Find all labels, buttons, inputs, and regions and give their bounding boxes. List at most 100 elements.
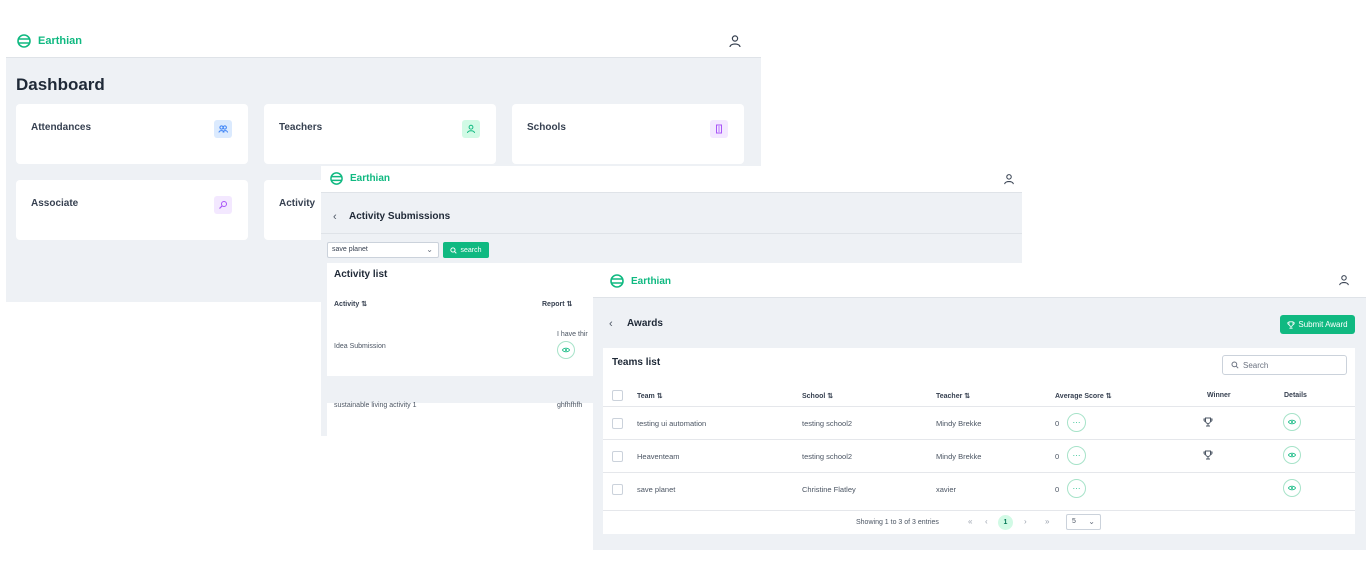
rows-per-page-value: 5 bbox=[1072, 518, 1076, 525]
card-label: Associate bbox=[31, 198, 79, 209]
brand-name: Earthian bbox=[350, 173, 391, 184]
search-icon bbox=[1231, 361, 1239, 369]
row-checkbox[interactable] bbox=[612, 418, 623, 429]
column-header-average-score[interactable]: Average Score ⇅ bbox=[1055, 392, 1112, 400]
page-header: ‹ Activity Submissions bbox=[321, 202, 1022, 234]
report-cell: ghfhfhfh bbox=[557, 402, 583, 409]
search-icon bbox=[214, 196, 232, 214]
card-label: Teachers bbox=[279, 122, 323, 133]
awards-window: Earthian ‹ Awards Submit Award Teams lis… bbox=[593, 264, 1366, 550]
trophy-icon bbox=[1203, 417, 1213, 427]
row-checkbox[interactable] bbox=[612, 484, 623, 495]
view-eye-icon[interactable] bbox=[557, 341, 575, 359]
teams-list-title: Teams list bbox=[612, 357, 661, 368]
top-navbar: Earthian bbox=[6, 24, 761, 58]
search-icon bbox=[450, 246, 458, 254]
brand-logo[interactable]: Earthian bbox=[16, 34, 82, 48]
column-header-activity[interactable]: Activity ⇅ bbox=[334, 300, 367, 308]
score-cell: 0 bbox=[1055, 452, 1060, 461]
submit-award-button[interactable]: Submit Award bbox=[1280, 315, 1355, 334]
search-button[interactable]: search bbox=[443, 242, 489, 258]
search-input[interactable]: Search bbox=[1222, 355, 1347, 375]
search-button-label: search bbox=[460, 246, 482, 254]
page-button-1[interactable]: 1 bbox=[998, 515, 1013, 530]
card-associate[interactable]: Associate bbox=[16, 180, 248, 240]
activity-list-title: Activity list bbox=[334, 269, 388, 280]
back-chevron-icon[interactable]: ‹ bbox=[333, 211, 337, 223]
page-title: Awards bbox=[627, 318, 663, 329]
view-details-eye-icon[interactable] bbox=[1283, 413, 1301, 431]
view-details-eye-icon[interactable] bbox=[1283, 446, 1301, 464]
brand-logo[interactable]: Earthian bbox=[609, 274, 671, 288]
card-label: Schools bbox=[527, 122, 566, 133]
more-options-icon[interactable]: ··· bbox=[1067, 413, 1086, 432]
page-title: Dashboard bbox=[16, 75, 105, 94]
school-cell: testing school2 bbox=[802, 419, 853, 428]
activity-select-value: save planet bbox=[332, 246, 368, 253]
submit-award-label: Submit Award bbox=[1298, 320, 1348, 329]
table-row: Heaventeam testing school2 Mindy Brekke … bbox=[603, 439, 1355, 472]
trophy-icon bbox=[1287, 320, 1295, 329]
chevron-down-icon: ⌄ bbox=[426, 245, 433, 254]
team-cell: Heaventeam bbox=[637, 452, 680, 461]
page-title: Activity Submissions bbox=[349, 211, 451, 222]
score-cell: 0 bbox=[1055, 485, 1060, 494]
teacher-cell: Mindy Brekke bbox=[936, 419, 982, 428]
brand-logo[interactable]: Earthian bbox=[329, 172, 390, 185]
first-page-button[interactable]: « bbox=[968, 517, 972, 526]
activity-select[interactable]: save planet ⌄ bbox=[327, 242, 439, 258]
search-placeholder: Search bbox=[1243, 360, 1269, 370]
teams-list-panel: Teams list Search Team ⇅ School ⇅ Teache… bbox=[603, 348, 1355, 534]
user-icon bbox=[462, 120, 480, 138]
column-header-teacher[interactable]: Teacher ⇅ bbox=[936, 392, 970, 400]
select-all-checkbox[interactable] bbox=[612, 390, 623, 401]
activity-cell: sustainable living activity 1 bbox=[334, 402, 417, 409]
more-options-icon[interactable]: ··· bbox=[1067, 479, 1086, 498]
column-header-report[interactable]: Report ⇅ bbox=[542, 300, 572, 308]
back-chevron-icon[interactable]: ‹ bbox=[609, 318, 613, 330]
trophy-icon bbox=[1203, 450, 1213, 460]
more-options-icon[interactable]: ··· bbox=[1067, 446, 1086, 465]
column-header-winner: Winner bbox=[1207, 392, 1231, 399]
row-checkbox[interactable] bbox=[612, 451, 623, 462]
team-cell: save planet bbox=[637, 485, 676, 494]
card-teachers[interactable]: Teachers bbox=[264, 104, 496, 164]
next-page-button[interactable]: › bbox=[1024, 517, 1027, 526]
school-cell: testing school2 bbox=[802, 452, 853, 461]
user-profile-icon[interactable] bbox=[1003, 173, 1015, 185]
card-schools[interactable]: Schools bbox=[512, 104, 744, 164]
building-icon bbox=[710, 120, 728, 138]
column-header-school[interactable]: School ⇅ bbox=[802, 392, 833, 400]
team-cell: testing ui automation bbox=[637, 419, 707, 428]
activity-cell: Idea Submission bbox=[334, 343, 386, 350]
chevron-down-icon: ⌄ bbox=[1088, 517, 1095, 526]
prev-page-button[interactable]: ‹ bbox=[985, 517, 988, 526]
rows-per-page-select[interactable]: 5 ⌄ bbox=[1066, 514, 1101, 530]
table-row: testing ui automation testing school2 Mi… bbox=[603, 406, 1355, 439]
pagination-info: Showing 1 to 3 of 3 entries bbox=[856, 519, 939, 526]
top-navbar: Earthian bbox=[593, 264, 1366, 298]
teacher-cell: Mindy Brekke bbox=[936, 452, 982, 461]
brand-name: Earthian bbox=[631, 275, 672, 287]
users-icon bbox=[214, 120, 232, 138]
school-cell: Christine Flatley bbox=[802, 485, 856, 494]
column-header-team[interactable]: Team ⇅ bbox=[637, 392, 663, 400]
earthian-logo-icon bbox=[610, 274, 624, 288]
user-profile-icon[interactable] bbox=[728, 34, 742, 48]
earthian-logo-icon bbox=[17, 34, 31, 48]
score-cell: 0 bbox=[1055, 419, 1060, 428]
view-details-eye-icon[interactable] bbox=[1283, 479, 1301, 497]
card-label: Attendances bbox=[31, 122, 92, 133]
table-header: Team ⇅ School ⇅ Teacher ⇅ Average Score … bbox=[603, 386, 1355, 406]
earthian-logo-icon bbox=[330, 172, 343, 185]
brand-name: Earthian bbox=[38, 35, 83, 47]
card-attendances[interactable]: Attendances bbox=[16, 104, 248, 164]
report-cell: I have thir bbox=[557, 331, 588, 338]
last-page-button[interactable]: » bbox=[1045, 517, 1049, 526]
teacher-cell: xavier bbox=[936, 485, 957, 494]
top-navbar: Earthian bbox=[321, 166, 1022, 193]
table-row: save planet Christine Flatley xavier 0 ·… bbox=[603, 472, 1355, 505]
user-profile-icon[interactable] bbox=[1338, 274, 1350, 286]
column-header-details: Details bbox=[1284, 392, 1307, 399]
card-label: Activity bbox=[279, 198, 316, 209]
